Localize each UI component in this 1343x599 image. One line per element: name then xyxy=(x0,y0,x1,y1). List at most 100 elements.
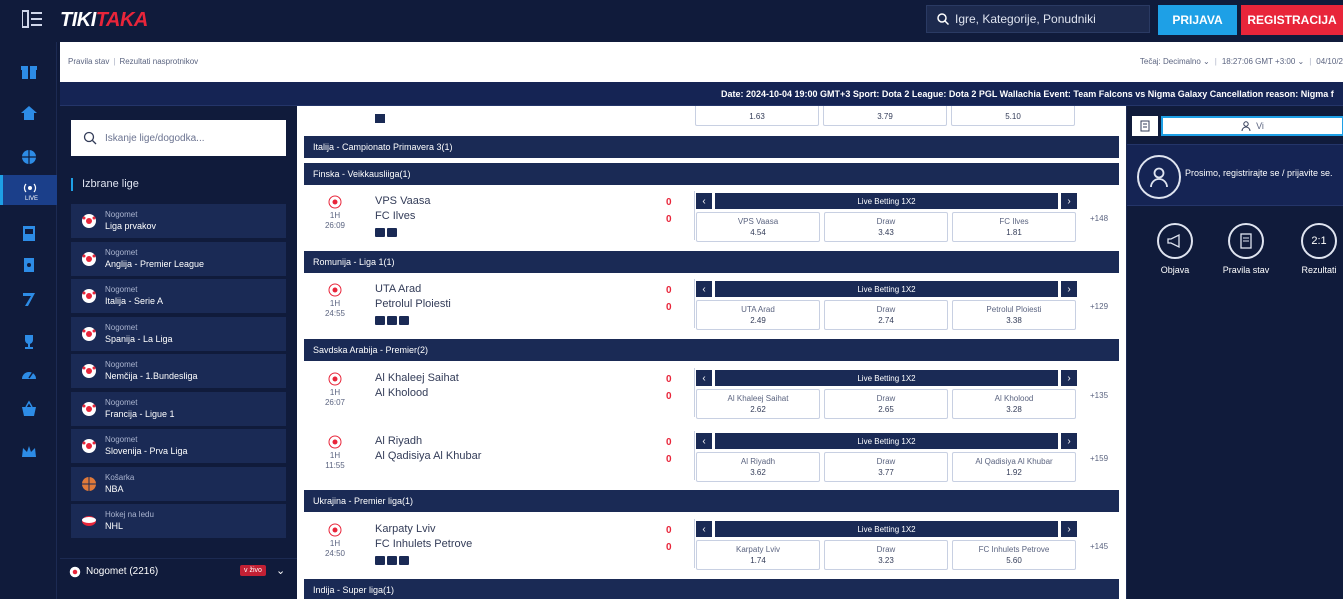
market-prev-button[interactable]: ‹ xyxy=(696,521,712,537)
odd-button-draw[interactable]: Draw 3.43 xyxy=(824,212,948,242)
rail-shop[interactable] xyxy=(0,394,57,424)
rail-lucky7[interactable] xyxy=(0,284,57,314)
event-row[interactable]: 1H 26:07 Al Khaleej Saihat Al Kholood 0 0… xyxy=(304,364,1119,421)
top-bar: TIKITAKA Igre, Kategorije, Ponudniki PRI… xyxy=(0,0,1343,42)
league-header[interactable]: Romunija - Liga 1(1) xyxy=(304,251,1119,273)
market-prev-button[interactable]: ‹ xyxy=(696,193,712,209)
more-markets-link[interactable]: +135 xyxy=(1090,391,1108,400)
market-next-button[interactable]: › xyxy=(1061,193,1077,209)
menu-icon[interactable] xyxy=(22,10,42,28)
event-status: 1H 24:55 xyxy=(320,283,350,319)
odd-button-home[interactable]: Karpaty Lviv 1.74 xyxy=(696,540,820,570)
sport-category-football[interactable]: Nogomet (2216) v živo ⌄ xyxy=(60,558,297,584)
league-header[interactable]: Ukrajina - Premier liga(1) xyxy=(304,490,1119,512)
league-header[interactable]: Indija - Super liga(1) xyxy=(304,579,1119,599)
results-button[interactable]: 2:1 Rezultati xyxy=(1289,223,1343,275)
live-badge: v živo xyxy=(240,565,266,576)
search-icon xyxy=(937,13,949,25)
league-header[interactable]: Savdska Arabija - Premier(2) xyxy=(304,339,1119,361)
market-title: Live Betting 1X2 xyxy=(715,370,1058,386)
rail-live[interactable]: LIVE xyxy=(0,175,57,205)
odd-button-home[interactable]: Al Riyadh 3.62 xyxy=(696,452,820,482)
market-prev-button[interactable]: ‹ xyxy=(696,433,712,449)
clock-display[interactable]: 18:27:06 GMT +3:00 xyxy=(1222,57,1295,66)
away-team: Al Kholood xyxy=(375,387,429,399)
favorite-league-item[interactable]: Nogomet Francija - Ligue 1 xyxy=(71,392,286,426)
odd-button-draw[interactable]: Draw 2.74 xyxy=(824,300,948,330)
odd-button-home[interactable]: Al Khaleej Saihat 2.62 xyxy=(696,389,820,419)
news-button[interactable]: Objava xyxy=(1145,223,1205,275)
odd-button-draw[interactable]: Draw 3.23 xyxy=(824,540,948,570)
login-button[interactable]: PRIJAVA xyxy=(1158,5,1237,35)
global-search-input[interactable]: Igre, Kategorije, Ponudniki xyxy=(926,5,1150,33)
rail-home[interactable] xyxy=(0,98,57,128)
rail-sports[interactable] xyxy=(0,142,57,172)
betting-rules-button[interactable]: Pravila stav xyxy=(1216,223,1276,275)
site-logo[interactable]: TIKITAKA xyxy=(60,9,148,32)
event-row[interactable]: 1H 24:50 Karpaty Lviv FC Inhulets Petrove… xyxy=(304,515,1119,572)
market-next-button[interactable]: › xyxy=(1061,281,1077,297)
favorite-league-item[interactable]: Košarka NBA xyxy=(71,467,286,501)
crown-icon xyxy=(21,446,36,457)
odds-format-select[interactable]: Tečaj: Decimalno xyxy=(1140,57,1201,66)
event-row[interactable]: 1H 24:55 UTA Arad Petrolul Ploiesti 0 0 ‹… xyxy=(304,275,1119,332)
rules-link[interactable]: Pravila stav xyxy=(68,57,109,66)
event-row[interactable]: 1H 26:09 VPS Vaasa FC Ilves 0 0 ‹ Live Be… xyxy=(304,187,1119,244)
odd-button-home[interactable]: VPS Vaasa 4.54 xyxy=(696,212,820,242)
opponent-results-link[interactable]: Rezultati nasprotnikov xyxy=(119,57,198,66)
market-next-button[interactable]: › xyxy=(1061,521,1077,537)
favorite-league-item[interactable]: Nogomet Spanija - La Liga xyxy=(71,317,286,351)
market-next-button[interactable]: › xyxy=(1061,370,1077,386)
rail-virtual[interactable] xyxy=(0,360,57,390)
rail-cards[interactable] xyxy=(0,250,57,280)
league-name: Italija - Serie A xyxy=(105,296,164,306)
more-markets-link[interactable]: +159 xyxy=(1090,454,1108,463)
favorite-league-item[interactable]: Nogomet Anglija - Premier League xyxy=(71,242,286,276)
odd-button-draw[interactable]: Draw 3.77 xyxy=(824,452,948,482)
league-sport: Nogomet xyxy=(105,248,138,257)
rail-tournaments[interactable] xyxy=(0,327,57,357)
trophy-icon xyxy=(24,335,33,349)
odd-button-away[interactable]: FC Inhulets Petrove 5.60 xyxy=(952,540,1076,570)
league-sport: Košarka xyxy=(105,473,135,482)
odd-button[interactable]: 5.10 xyxy=(951,106,1075,126)
odd-button-home[interactable]: UTA Arad 2.49 xyxy=(696,300,820,330)
football-icon xyxy=(82,402,96,416)
market-next-button[interactable]: › xyxy=(1061,433,1077,449)
odd-button[interactable]: 1.63 xyxy=(695,106,819,126)
register-button[interactable]: REGISTRACIJA xyxy=(1241,5,1343,35)
odd-button-away[interactable]: Al Qadisiya Al Khubar 1.92 xyxy=(952,452,1076,482)
rail-vip[interactable] xyxy=(0,437,57,467)
odd-button-away[interactable]: Al Kholood 3.28 xyxy=(952,389,1076,419)
league-header[interactable]: Italija - Campionato Primavera 3(1) xyxy=(304,136,1119,158)
odd-button-draw[interactable]: Draw 2.65 xyxy=(824,389,948,419)
league-name: Slovenija - Prva Liga xyxy=(105,446,188,456)
market-prev-button[interactable]: ‹ xyxy=(696,370,712,386)
odd-button-away[interactable]: FC Ilves 1.81 xyxy=(952,212,1076,242)
odd-button-away[interactable]: Petrolul Ploiesti 3.38 xyxy=(952,300,1076,330)
chevron-down-icon[interactable]: ⌄ xyxy=(276,564,285,577)
more-markets-link[interactable]: +148 xyxy=(1090,214,1108,223)
more-markets-link[interactable]: +129 xyxy=(1090,302,1108,311)
league-search-input[interactable]: Iskanje lige/dogodka... xyxy=(71,120,286,156)
favorite-league-item[interactable]: Nogomet Slovenija - Prva Liga xyxy=(71,429,286,463)
home-score: 0 xyxy=(666,285,672,296)
rail-gift[interactable] xyxy=(0,56,57,86)
rail-casino[interactable] xyxy=(0,218,57,248)
event-row[interactable]: 1H 11:55 Al Riyadh Al Qadisiya Al Khubar … xyxy=(304,427,1119,484)
more-markets-link[interactable]: +145 xyxy=(1090,542,1108,551)
market-prev-button[interactable]: ‹ xyxy=(696,281,712,297)
favorite-league-item[interactable]: Nogomet Italija - Serie A xyxy=(71,279,286,313)
odd-button[interactable]: 3.79 xyxy=(823,106,947,126)
favorite-league-item[interactable]: Hokej na ledu NHL xyxy=(71,504,286,538)
league-sport: Nogomet xyxy=(105,210,138,219)
my-bets-tab[interactable]: Vi xyxy=(1161,116,1343,136)
home-team: Karpaty Lviv xyxy=(375,523,436,535)
league-header[interactable]: Finska - Veikkausliiga(1) xyxy=(304,163,1119,185)
chevron-down-icon: ⌄ xyxy=(1203,57,1210,66)
favorite-league-item[interactable]: Nogomet Liga prvakov xyxy=(71,204,286,238)
league-name: Nemčija - 1.Bundesliga xyxy=(105,371,198,381)
favorite-league-item[interactable]: Nogomet Nemčija - 1.Bundesliga xyxy=(71,354,286,388)
football-icon xyxy=(82,364,96,378)
betslip-tab[interactable] xyxy=(1132,116,1158,136)
